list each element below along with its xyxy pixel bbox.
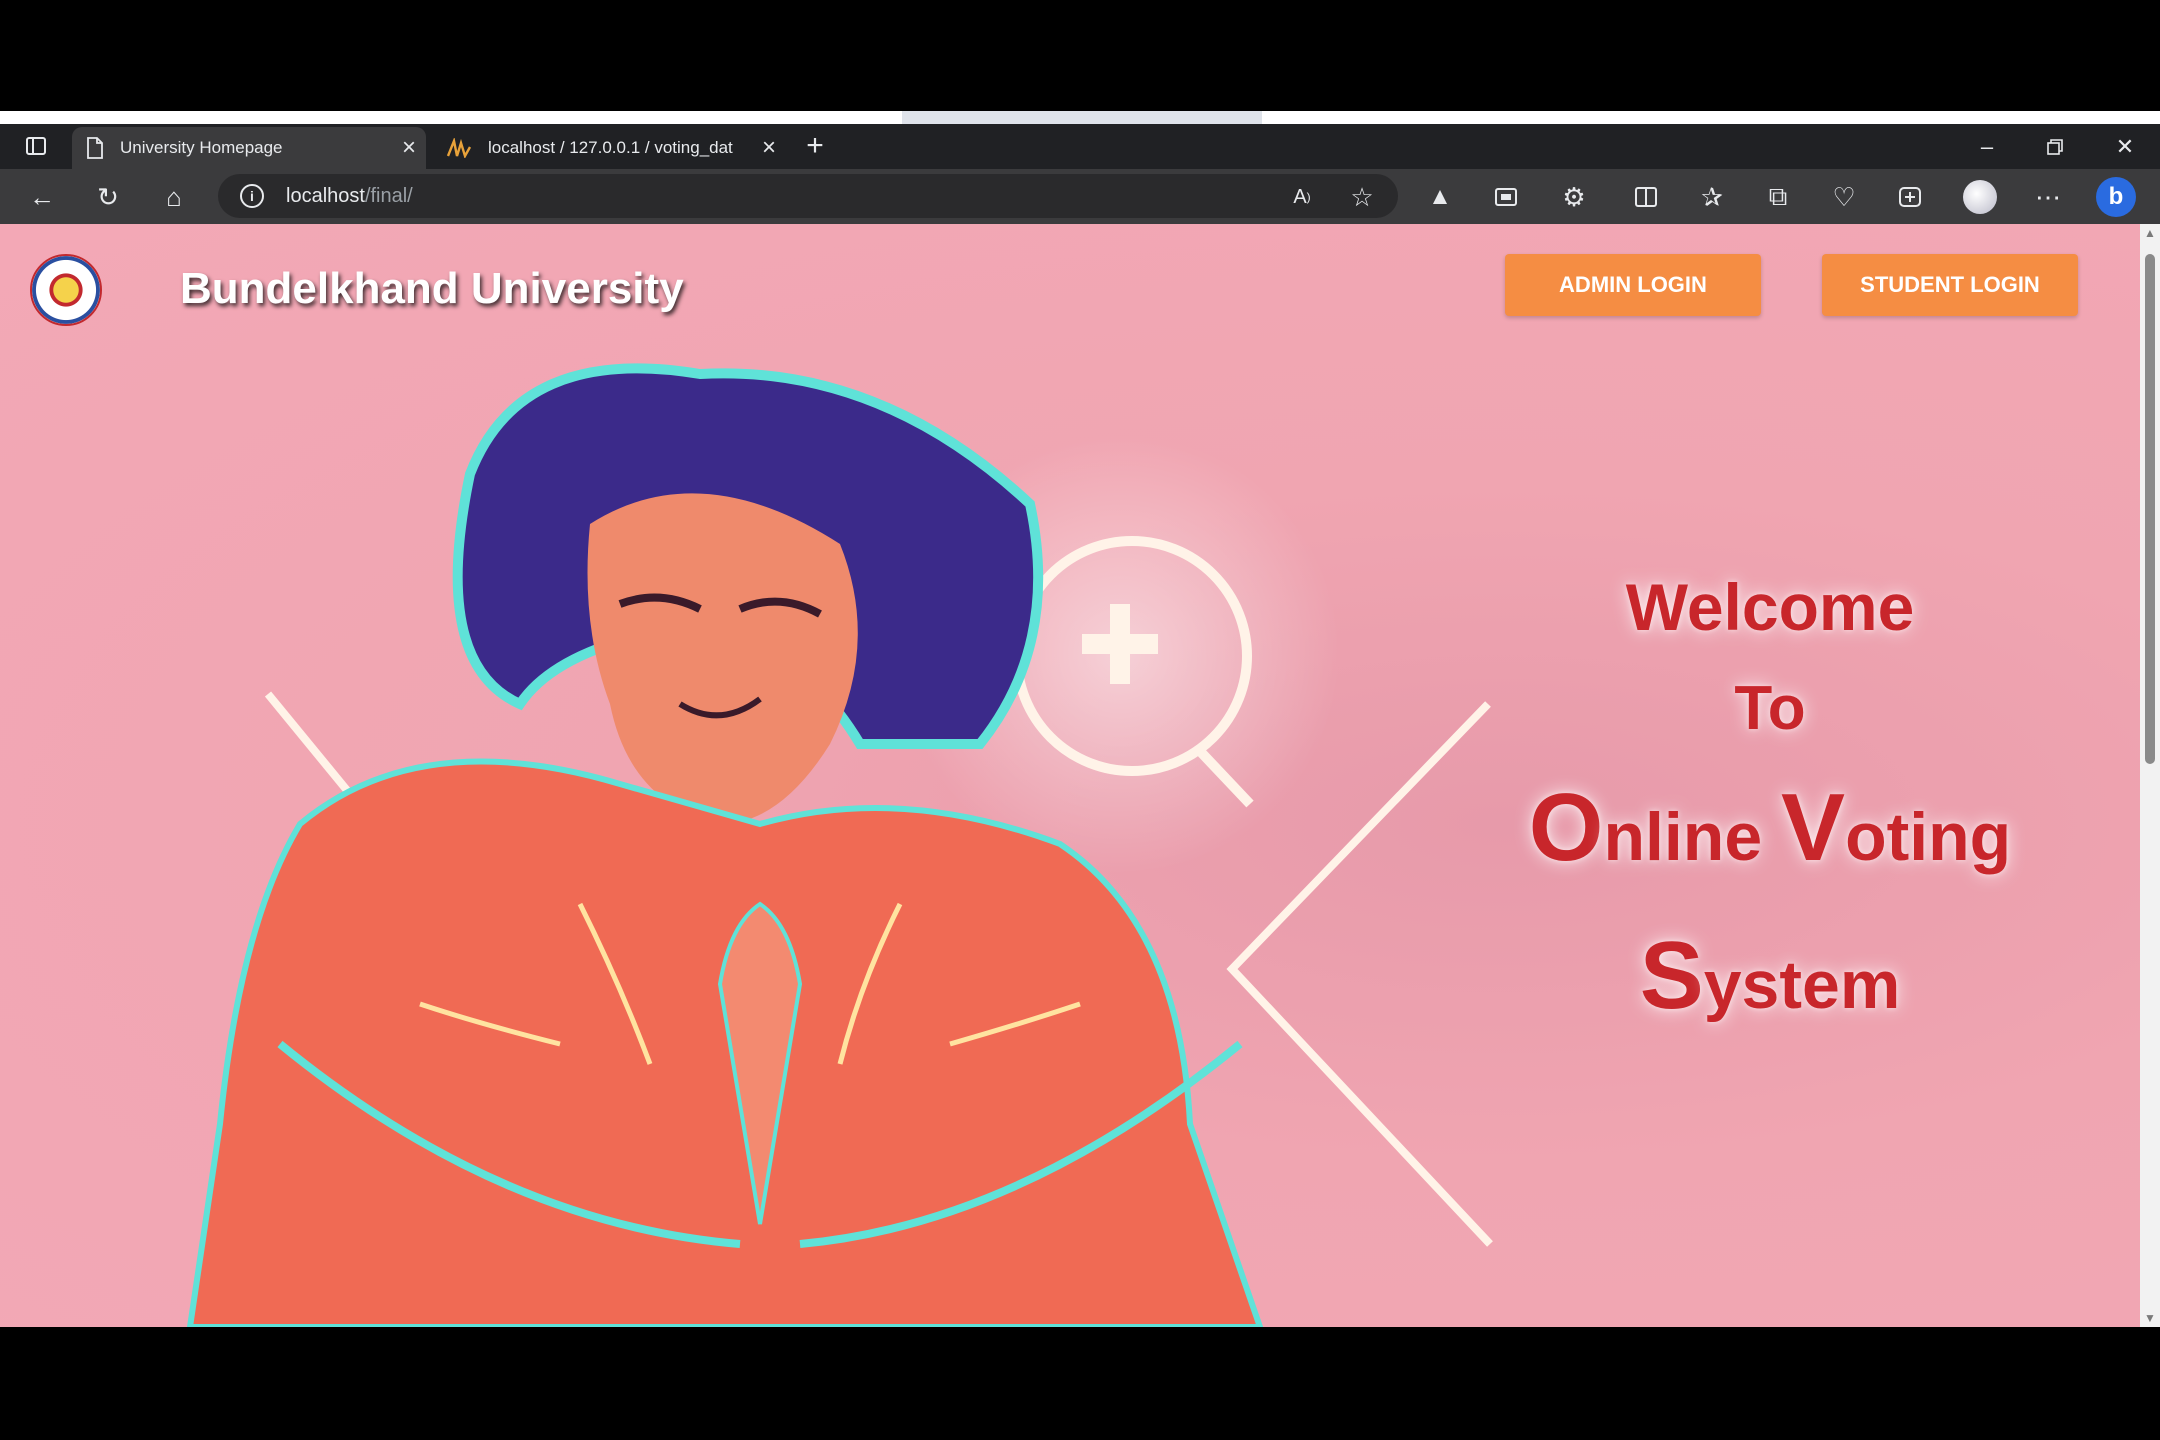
title-strip-highlight — [902, 111, 1262, 124]
favorite-star-icon[interactable]: ☆ — [1340, 175, 1384, 219]
copilot-icon[interactable]: b — [2094, 175, 2138, 219]
extension-screen-icon[interactable] — [1484, 175, 1528, 219]
favorites-icon[interactable]: ✰ — [1690, 175, 1734, 219]
read-aloud-icon[interactable]: A) — [1280, 175, 1324, 219]
scroll-down-arrow-icon[interactable]: ▼ — [2140, 1311, 2160, 1325]
split-screen-icon[interactable] — [1624, 175, 1668, 219]
cap-letter: V — [1781, 774, 1846, 881]
new-tab-button[interactable]: + — [793, 124, 837, 168]
browser-essentials-icon[interactable]: ♡ — [1822, 175, 1866, 219]
university-logo — [30, 254, 102, 326]
site-info-icon[interactable]: i — [240, 184, 264, 208]
extension-triangle-icon[interactable]: ▲ — [1418, 175, 1462, 219]
cap-letter: S — [1639, 922, 1704, 1029]
tab-bar: University Homepage × localhost / 127.0.… — [0, 124, 2160, 169]
page-viewport: Bundelkhand University ADMIN LOGIN STUDE… — [0, 224, 2140, 1327]
cap-letter: O — [1528, 774, 1604, 881]
home-icon[interactable]: ⌂ — [152, 175, 196, 219]
university-name: Bundelkhand University — [180, 264, 684, 313]
welcome-line-3: Online Voting — [1420, 780, 2120, 876]
tab-phpmyadmin[interactable]: localhost / 127.0.0.1 / voting_dat × — [432, 127, 786, 169]
phpmyadmin-icon — [446, 138, 472, 158]
close-tab-icon[interactable]: × — [392, 134, 426, 162]
screenshot-icon[interactable] — [1888, 175, 1932, 219]
refresh-icon[interactable]: ↻ — [86, 175, 130, 219]
scroll-up-arrow-icon[interactable]: ▲ — [2140, 226, 2160, 240]
welcome-line-2: To — [1734, 674, 1806, 743]
scrollbar-thumb[interactable] — [2145, 254, 2155, 764]
welcome-heading: Welcome To Online Voting System — [1420, 574, 2120, 1024]
student-login-button[interactable]: STUDENT LOGIN — [1822, 254, 2078, 316]
word-rest: ystem — [1703, 947, 1901, 1023]
tab-title: University Homepage — [120, 138, 283, 157]
close-tab-icon[interactable]: × — [752, 134, 786, 162]
address-bar[interactable]: i localhost/final/ — [218, 174, 1398, 218]
profile-avatar-icon[interactable] — [1958, 175, 2002, 219]
minimize-button[interactable]: – — [1957, 124, 2017, 169]
admin-login-button[interactable]: ADMIN LOGIN — [1505, 254, 1761, 316]
close-window-button[interactable]: ✕ — [2095, 124, 2155, 169]
page-icon — [87, 137, 103, 159]
url-host: localhost — [286, 184, 365, 207]
url-path: /final/ — [364, 184, 413, 207]
tab-actions-icon[interactable] — [14, 124, 58, 168]
welcome-line-1: Welcome — [1625, 570, 1915, 644]
collections-icon[interactable]: ⧉ — [1756, 175, 1800, 219]
extensions-puzzle-icon[interactable]: ⚙ — [1552, 175, 1596, 219]
page-scrollbar[interactable]: ▲ ▼ — [2140, 224, 2160, 1327]
tab-university-homepage[interactable]: University Homepage × — [72, 127, 426, 169]
more-options-icon[interactable]: ⋯ — [2026, 175, 2070, 219]
tab-title: localhost / 127.0.0.1 / voting_dat — [488, 138, 733, 157]
title-strip — [0, 111, 2160, 124]
welcome-line-4: System — [1420, 928, 2120, 1024]
back-icon[interactable]: ← — [20, 175, 64, 219]
word-rest: nline — [1603, 799, 1782, 875]
browser-toolbar: ← ↻ ⌂ i localhost/final/ A) ☆ ▲ ⚙ ✰ ⧉ ♡ … — [0, 169, 2160, 224]
restore-button[interactable] — [2025, 124, 2085, 169]
word-rest: oting — [1845, 799, 2012, 875]
